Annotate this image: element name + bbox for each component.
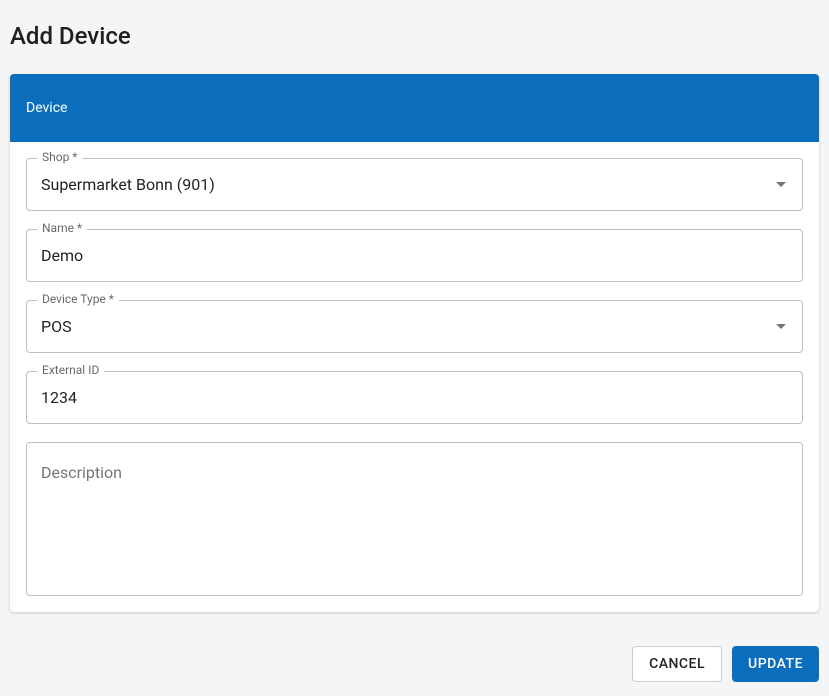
device-card: Device Shop * Supermarket Bonn (901) Nam… (10, 74, 819, 612)
name-field: Name * (26, 229, 803, 282)
device-type-label: Device Type * (37, 292, 119, 306)
name-input[interactable] (27, 230, 802, 281)
device-type-select-value: POS (41, 317, 72, 336)
update-button[interactable]: Update (732, 646, 819, 682)
shop-field: Shop * Supermarket Bonn (901) (26, 158, 803, 211)
shop-select[interactable]: Supermarket Bonn (901) (27, 159, 802, 210)
external-id-field: External ID (26, 371, 803, 424)
name-label: Name * (37, 221, 87, 235)
description-field (26, 442, 803, 596)
cancel-button[interactable]: Cancel (632, 646, 722, 682)
chevron-down-icon (776, 324, 786, 329)
shop-select-value: Supermarket Bonn (901) (41, 175, 215, 194)
card-header: Device (10, 74, 819, 142)
device-type-field: Device Type * POS (26, 300, 803, 353)
description-textarea[interactable] (27, 443, 802, 591)
shop-label: Shop * (37, 150, 82, 164)
device-type-select[interactable]: POS (27, 301, 802, 352)
card-body: Shop * Supermarket Bonn (901) Name * Dev… (10, 142, 819, 612)
chevron-down-icon (776, 182, 786, 187)
action-bar: Cancel Update (10, 612, 819, 682)
page-title: Add Device (10, 22, 819, 50)
external-id-input[interactable] (27, 372, 802, 423)
external-id-label: External ID (37, 363, 104, 377)
